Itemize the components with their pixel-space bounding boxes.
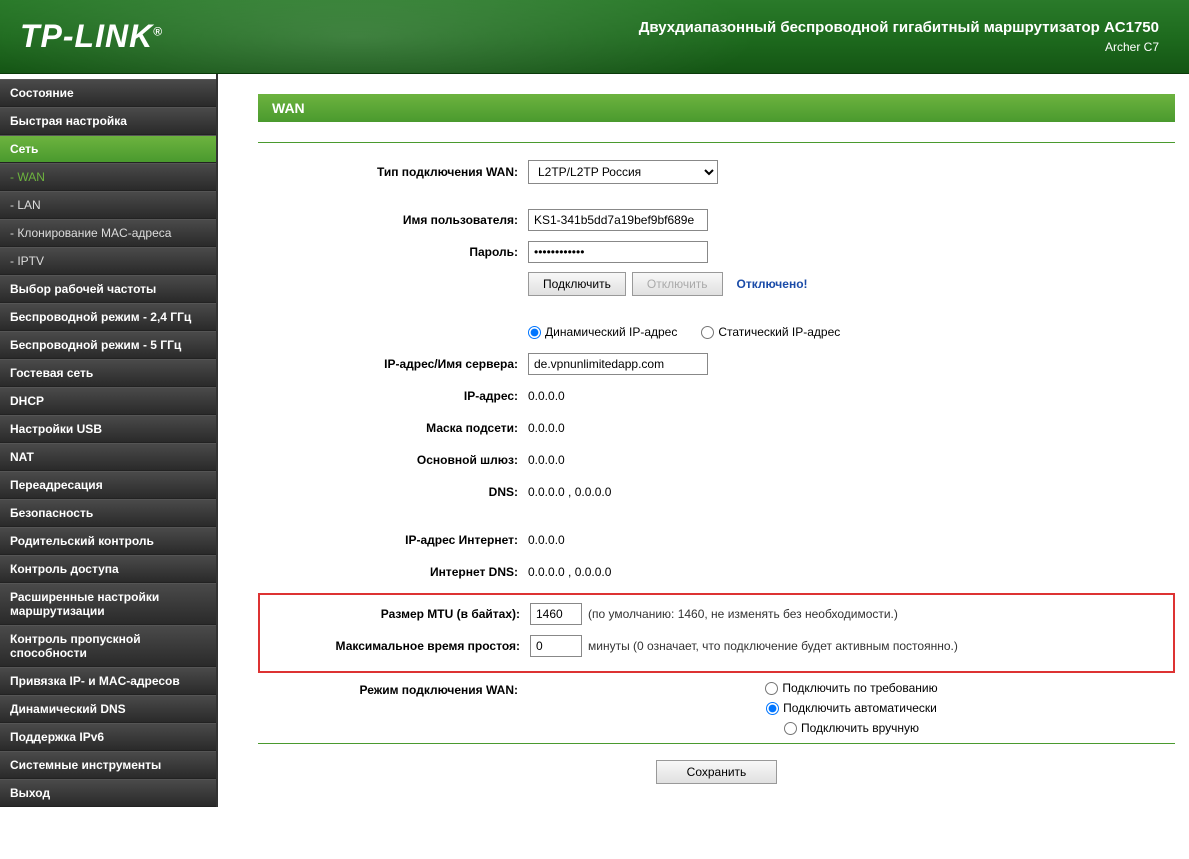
- label-server: IP-адрес/Имя сервера:: [258, 357, 528, 371]
- value-internet-ip: 0.0.0.0: [528, 533, 565, 547]
- nav-item-14[interactable]: Переадресация: [0, 471, 216, 499]
- hint-mtu: (по умолчанию: 1460, не изменять без нео…: [588, 607, 898, 621]
- label-auto: Подключить автоматически: [783, 701, 937, 715]
- value-dns: 0.0.0.0 , 0.0.0.0: [528, 485, 611, 499]
- nav-item-12[interactable]: Настройки USB: [0, 415, 216, 443]
- label-username: Имя пользователя:: [258, 213, 528, 227]
- idle-input[interactable]: [530, 635, 582, 657]
- save-button[interactable]: Сохранить: [656, 760, 778, 784]
- page-title: WAN: [258, 94, 1175, 122]
- product-model: Archer C7: [639, 40, 1159, 54]
- nav-item-22[interactable]: Поддержка IPv6: [0, 723, 216, 751]
- nav-item-20[interactable]: Привязка IP- и MAC-адресов: [0, 667, 216, 695]
- nav-item-7[interactable]: Выбор рабочей частоты: [0, 275, 216, 303]
- disconnect-button[interactable]: Отключить: [632, 272, 723, 296]
- nav-item-19[interactable]: Контроль пропускной способности: [0, 625, 216, 667]
- value-gateway: 0.0.0.0: [528, 453, 565, 467]
- label-connect-mode: Режим подключения WAN:: [258, 681, 528, 697]
- label-on-demand: Подключить по требованию: [782, 681, 937, 695]
- nav-item-9[interactable]: Беспроводной режим - 5 ГГц: [0, 331, 216, 359]
- nav-item-15[interactable]: Безопасность: [0, 499, 216, 527]
- label-gateway: Основной шлюз:: [258, 453, 528, 467]
- radio-static-ip[interactable]: [701, 326, 714, 339]
- header: TP-LINK® Двухдиапазонный беспроводной ги…: [0, 0, 1189, 74]
- server-input[interactable]: [528, 353, 708, 375]
- logo: TP-LINK®: [20, 18, 163, 55]
- highlight-box: Размер MTU (в байтах): (по умолчанию: 14…: [258, 593, 1175, 673]
- nav-item-17[interactable]: Контроль доступа: [0, 555, 216, 583]
- password-input[interactable]: [528, 241, 708, 263]
- nav-item-2[interactable]: Сеть: [0, 135, 216, 163]
- separator: [258, 142, 1175, 143]
- nav-item-18[interactable]: Расширенные настройки маршрутизации: [0, 583, 216, 625]
- radio-on-demand[interactable]: [765, 682, 778, 695]
- label-idle: Максимальное время простоя:: [260, 639, 530, 653]
- nav-item-4[interactable]: - LAN: [0, 191, 216, 219]
- separator: [258, 743, 1175, 744]
- nav-item-1[interactable]: Быстрая настройка: [0, 107, 216, 135]
- label-dynamic-ip: Динамический IP-адрес: [545, 325, 677, 339]
- value-mask: 0.0.0.0: [528, 421, 565, 435]
- nav-item-21[interactable]: Динамический DNS: [0, 695, 216, 723]
- mtu-input[interactable]: [530, 603, 582, 625]
- product-title: Двухдиапазонный беспроводной гигабитный …: [639, 19, 1159, 36]
- label-ip: IP-адрес:: [258, 389, 528, 403]
- nav-item-5[interactable]: - Клонирование MAC-адреса: [0, 219, 216, 247]
- hint-idle: минуты (0 означает, что подключение буде…: [588, 639, 958, 653]
- nav-item-16[interactable]: Родительский контроль: [0, 527, 216, 555]
- sidebar: СостояниеБыстрая настройкаСеть- WAN- LAN…: [0, 74, 218, 807]
- nav-item-13[interactable]: NAT: [0, 443, 216, 471]
- nav-item-6[interactable]: - IPTV: [0, 247, 216, 275]
- label-static-ip: Статический IP-адрес: [718, 325, 840, 339]
- label-dns: DNS:: [258, 485, 528, 499]
- connect-button[interactable]: Подключить: [528, 272, 626, 296]
- nav-item-11[interactable]: DHCP: [0, 387, 216, 415]
- nav-item-24[interactable]: Выход: [0, 779, 216, 807]
- wan-form: Тип подключения WAN: L2TP/L2TP Россия Им…: [258, 159, 1175, 784]
- radio-auto[interactable]: [766, 702, 779, 715]
- content: WAN Тип подключения WAN: L2TP/L2TP Росси…: [218, 74, 1189, 807]
- radio-dynamic-ip[interactable]: [528, 326, 541, 339]
- header-right: Двухдиапазонный беспроводной гигабитный …: [639, 19, 1159, 54]
- nav-item-0[interactable]: Состояние: [0, 79, 216, 107]
- nav-item-8[interactable]: Беспроводной режим - 2,4 ГГц: [0, 303, 216, 331]
- radio-manual[interactable]: [784, 722, 797, 735]
- label-internet-dns: Интернет DNS:: [258, 565, 528, 579]
- value-ip: 0.0.0.0: [528, 389, 565, 403]
- label-password: Пароль:: [258, 245, 528, 259]
- value-internet-dns: 0.0.0.0 , 0.0.0.0: [528, 565, 611, 579]
- username-input[interactable]: [528, 209, 708, 231]
- label-mask: Маска подсети:: [258, 421, 528, 435]
- connection-status: Отключено!: [737, 277, 808, 291]
- label-mtu: Размер MTU (в байтах):: [260, 607, 530, 621]
- wan-type-select[interactable]: L2TP/L2TP Россия: [528, 160, 718, 184]
- label-internet-ip: IP-адрес Интернет:: [258, 533, 528, 547]
- label-manual: Подключить вручную: [801, 721, 919, 735]
- label-wan-type: Тип подключения WAN:: [258, 165, 528, 179]
- nav-item-10[interactable]: Гостевая сеть: [0, 359, 216, 387]
- nav-item-23[interactable]: Системные инструменты: [0, 751, 216, 779]
- nav-item-3[interactable]: - WAN: [0, 163, 216, 191]
